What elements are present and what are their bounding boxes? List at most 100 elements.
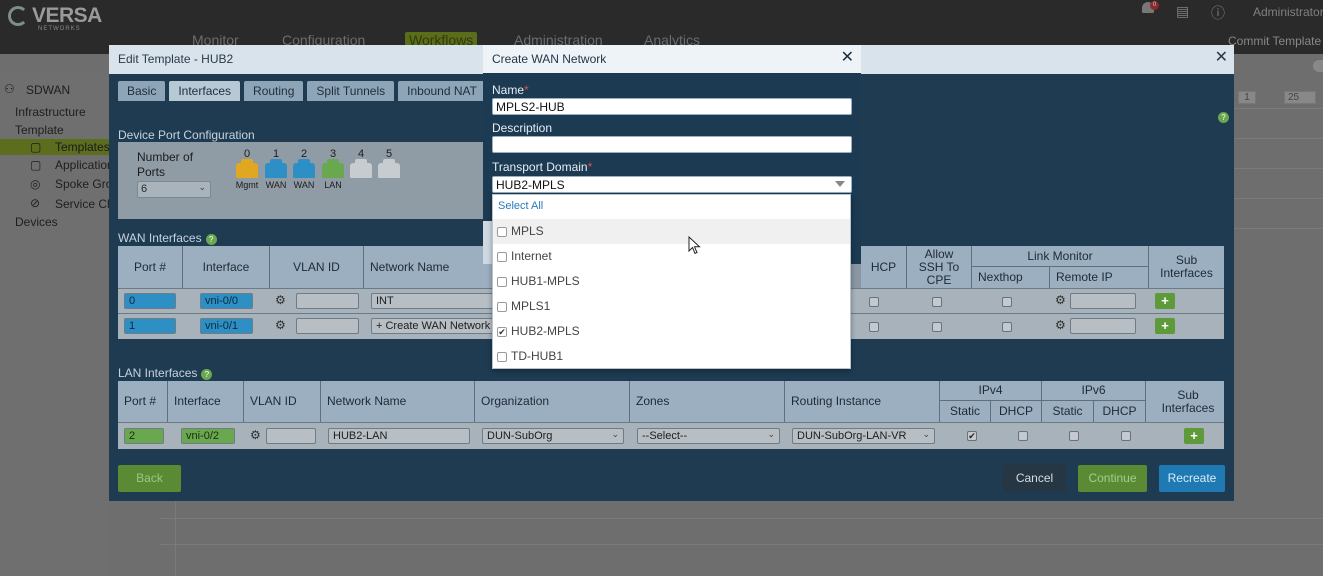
tab-inbound-nat[interactable]: Inbound NAT: [398, 81, 486, 101]
option-hub1-mpls[interactable]: HUB1-MPLS: [493, 269, 850, 294]
checkbox[interactable]: [497, 252, 507, 262]
vlan-id-input[interactable]: [296, 293, 359, 309]
chevron-down-icon: ⌄: [922, 429, 930, 439]
continue-button[interactable]: Continue: [1078, 465, 1147, 492]
tree-root-sdwan[interactable]: SDWAN: [26, 83, 70, 97]
col-vlan-id: VLAN ID: [270, 246, 364, 288]
notification-bell-icon[interactable]: 0: [1142, 1, 1159, 16]
cancel-button[interactable]: Cancel: [1003, 465, 1066, 492]
number-of-ports-label: Number of Ports: [137, 150, 194, 179]
network-name-select[interactable]: INT: [371, 293, 494, 309]
ipv6-static-checkbox[interactable]: [1069, 431, 1079, 441]
routing-instance-select[interactable]: DUN-SubOrg-LAN-VR ⌄: [792, 428, 935, 444]
description-input[interactable]: [492, 136, 852, 153]
logo-subtext: NETWORKS: [38, 26, 81, 32]
gear-icon[interactable]: ⚙: [1055, 293, 1066, 307]
option-internet[interactable]: Internet: [493, 244, 850, 269]
ipv4-dhcp-checkbox[interactable]: [1018, 431, 1028, 441]
versa-logo: VERSA NETWORKS: [8, 4, 102, 32]
back-button[interactable]: Back: [118, 465, 181, 492]
transport-domain-select[interactable]: HUB2-MPLS: [492, 176, 852, 193]
remote-ip-input[interactable]: [1070, 293, 1136, 309]
pager-page[interactable]: 1: [1238, 91, 1256, 104]
checkbox[interactable]: [497, 352, 507, 362]
tree-item-devices[interactable]: Devices: [15, 215, 58, 229]
number-of-ports-value: 6: [141, 183, 148, 195]
checkbox[interactable]: [497, 302, 507, 312]
vlan-id-input[interactable]: [266, 428, 316, 444]
dhcp-checkbox[interactable]: [869, 322, 879, 332]
info-icon[interactable]: ⓘ: [1211, 3, 1225, 23]
interface-field: vni-0/1: [200, 318, 253, 334]
allow-ssh-checkbox[interactable]: [932, 322, 942, 332]
option-mpls1[interactable]: MPLS1: [493, 294, 850, 319]
chevron-down-icon: ⌄: [198, 182, 206, 192]
port-5[interactable]: 5: [376, 148, 402, 180]
checkbox[interactable]: [497, 277, 507, 287]
network-name-input[interactable]: HUB2-LAN: [328, 428, 470, 444]
add-sub-interface-button[interactable]: +: [1155, 293, 1175, 309]
transport-domain-dropdown: Select All MPLS Internet HUB1-MPLS MPLS1…: [492, 194, 851, 369]
tab-basic[interactable]: Basic: [118, 81, 166, 101]
help-icon[interactable]: ?: [201, 369, 213, 380]
user-menu[interactable]: Administrator: [1253, 5, 1323, 19]
notification-count-badge: 0: [1150, 1, 1159, 10]
tab-split-tunnels[interactable]: Split Tunnels: [307, 81, 395, 101]
col-organization: Organization: [475, 381, 630, 422]
create-wan-network-title: Create WAN Network: [492, 52, 607, 66]
recreate-button[interactable]: Recreate: [1159, 465, 1225, 492]
network-name-select[interactable]: + Create WAN Network: [371, 318, 494, 334]
name-input[interactable]: MPLS2-HUB: [492, 98, 852, 115]
port-field: 1: [124, 318, 176, 334]
col-ipv6-dhcp: DHCP: [1094, 401, 1146, 422]
option-td-hub1[interactable]: TD-HUB1: [493, 344, 850, 369]
lan-interfaces-table: Port # Interface VLAN ID Network Name Or…: [118, 381, 1224, 449]
ipv4-static-checkbox[interactable]: ✔: [967, 431, 977, 441]
document-icon[interactable]: ▤: [1176, 3, 1189, 20]
gear-icon[interactable]: ⚙: [250, 428, 261, 442]
scroll-handle[interactable]: [1313, 60, 1323, 72]
port-3[interactable]: 3 LAN: [320, 148, 346, 190]
help-icon[interactable]: ?: [1218, 112, 1229, 123]
commit-template-link[interactable]: Commit Template: [1228, 34, 1321, 48]
help-icon[interactable]: ?: [205, 234, 217, 245]
col-port: Port #: [118, 246, 183, 288]
port-1[interactable]: 1 WAN: [263, 148, 289, 190]
option-mpls[interactable]: MPLS: [493, 219, 850, 244]
option-hub2-mpls[interactable]: ✔ HUB2-MPLS: [493, 319, 850, 344]
ipv6-dhcp-checkbox[interactable]: [1121, 431, 1131, 441]
gear-icon[interactable]: ⚙: [275, 293, 286, 307]
add-sub-interface-button[interactable]: +: [1155, 318, 1175, 334]
tree-item-spoke-groups[interactable]: Spoke Gro: [55, 177, 112, 191]
tree-item-infrastructure[interactable]: Infrastructure: [15, 105, 86, 119]
tree-item-application[interactable]: Application: [55, 158, 114, 172]
vlan-id-input[interactable]: [296, 318, 359, 334]
checkbox-checked[interactable]: ✔: [497, 327, 507, 337]
tab-routing[interactable]: Routing: [244, 81, 304, 101]
nexthop-checkbox[interactable]: [1002, 322, 1012, 332]
organization-select[interactable]: DUN-SubOrg ⌄: [482, 428, 624, 444]
ethernet-port-icon: [322, 159, 344, 178]
remote-ip-input[interactable]: [1070, 318, 1136, 334]
tree-item-templates-selected[interactable]: ▢ Templates: [0, 139, 110, 155]
allow-ssh-checkbox[interactable]: [932, 297, 942, 307]
gear-icon[interactable]: ⚙: [275, 318, 286, 332]
tab-interfaces[interactable]: Interfaces: [169, 81, 241, 101]
add-sub-interface-button[interactable]: +: [1184, 428, 1204, 444]
zones-select[interactable]: --Select-- ⌄: [637, 428, 780, 444]
col-network-name: Network Name: [321, 381, 475, 422]
tree-item-template[interactable]: Template: [15, 123, 64, 137]
number-of-ports-select[interactable]: 6 ⌄: [137, 181, 211, 198]
lan-interfaces-label: LAN Interfaces?: [118, 366, 213, 380]
port-4[interactable]: 4: [348, 148, 374, 180]
dhcp-checkbox[interactable]: [869, 297, 879, 307]
port-2[interactable]: 2 WAN: [291, 148, 317, 190]
select-all-link[interactable]: Select All: [498, 200, 543, 212]
port-0[interactable]: 0 Mgmt: [234, 148, 260, 190]
close-icon[interactable]: ✕: [841, 50, 854, 66]
close-icon[interactable]: ✕: [1215, 50, 1228, 66]
gear-icon[interactable]: ⚙: [1055, 318, 1066, 332]
nexthop-checkbox[interactable]: [1002, 297, 1012, 307]
pager-per-page-select[interactable]: 25: [1284, 91, 1316, 104]
checkbox[interactable]: [497, 227, 507, 237]
